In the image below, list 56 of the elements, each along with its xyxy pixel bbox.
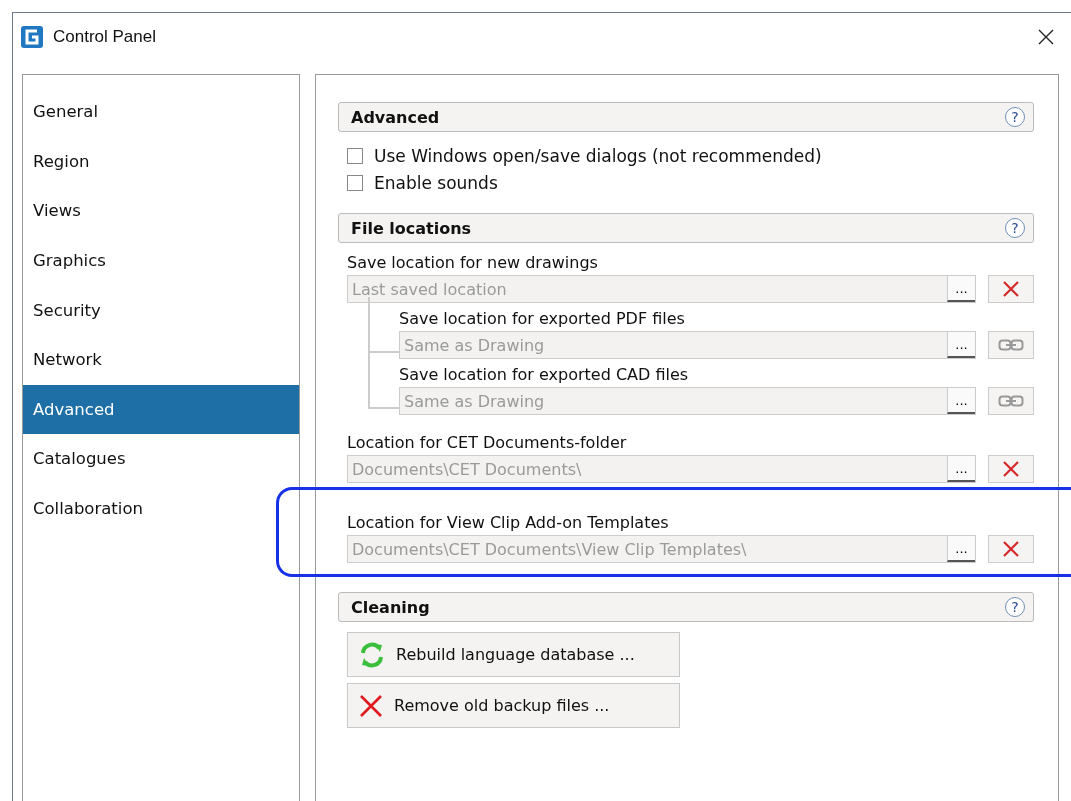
section-title: Cleaning bbox=[351, 597, 430, 617]
close-icon[interactable] bbox=[1038, 29, 1054, 45]
path-field[interactable]: Same as Drawing ... bbox=[399, 331, 976, 359]
checkbox-label: Enable sounds bbox=[374, 172, 498, 193]
close-icon bbox=[358, 692, 384, 719]
window-title: Control Panel bbox=[53, 27, 156, 47]
field-value: Documents\CET Documents\View Clip Templates\ bbox=[351, 539, 748, 559]
sidebar-item[interactable]: Security bbox=[23, 285, 299, 335]
refresh-icon bbox=[358, 640, 386, 669]
close-icon bbox=[1001, 539, 1021, 559]
path-field[interactable]: Last saved location ... bbox=[347, 275, 976, 303]
checkbox-label: Use Windows open/save dialogs (not recommended) bbox=[374, 145, 822, 166]
clear-button[interactable] bbox=[988, 275, 1034, 303]
link-icon bbox=[998, 394, 1024, 408]
field-label: Save location for exported PDF files bbox=[399, 309, 686, 330]
app-logo-icon bbox=[21, 26, 43, 48]
field-label: Location for View Clip Add-on Templates bbox=[347, 513, 670, 534]
action-button[interactable]: Rebuild language database ... bbox=[347, 632, 680, 677]
close-icon bbox=[1001, 279, 1021, 299]
section-title: Advanced bbox=[351, 107, 440, 127]
field-value: Same as Drawing bbox=[403, 391, 546, 411]
sidebar-item[interactable]: Catalogues bbox=[23, 434, 299, 484]
link-button[interactable] bbox=[988, 331, 1034, 359]
clear-button[interactable] bbox=[988, 455, 1034, 483]
browse-button[interactable]: ... bbox=[947, 388, 975, 414]
field-value: Documents\CET Documents\ bbox=[351, 459, 583, 479]
help-button[interactable]: ? bbox=[1005, 107, 1025, 127]
path-field[interactable]: Documents\CET Documents\View Clip Templates\ ... bbox=[347, 535, 976, 563]
sidebar-item[interactable]: Views bbox=[23, 186, 299, 236]
action-button[interactable]: Remove old backup files ... bbox=[347, 683, 680, 728]
sidebar-item[interactable]: Advanced bbox=[23, 384, 299, 435]
browse-button[interactable]: ... bbox=[947, 332, 975, 358]
browse-button[interactable]: ... bbox=[947, 276, 975, 302]
sidebar-item[interactable]: Collaboration bbox=[23, 483, 299, 534]
sidebar-item[interactable]: Graphics bbox=[23, 235, 299, 286]
checkbox[interactable] bbox=[347, 174, 363, 191]
field-value: Last saved location bbox=[351, 279, 508, 299]
field-label: Save location for new drawings bbox=[347, 253, 599, 274]
help-button[interactable]: ? bbox=[1005, 597, 1025, 617]
link-icon bbox=[998, 338, 1024, 352]
field-label: Save location for exported CAD files bbox=[399, 365, 690, 386]
sidebar-item[interactable]: Region bbox=[23, 136, 299, 187]
field-label: Location for CET Documents-folder bbox=[347, 433, 628, 454]
sidebar-item[interactable]: General bbox=[23, 87, 299, 137]
checkbox[interactable] bbox=[347, 147, 363, 164]
section-title: File locations bbox=[351, 218, 472, 238]
link-button[interactable] bbox=[988, 387, 1034, 415]
help-button[interactable]: ? bbox=[1005, 218, 1025, 238]
browse-button[interactable]: ... bbox=[947, 536, 975, 562]
path-field[interactable]: Documents\CET Documents\ ... bbox=[347, 455, 976, 483]
browse-button[interactable]: ... bbox=[947, 456, 975, 482]
field-value: Same as Drawing bbox=[403, 335, 546, 355]
path-field[interactable]: Same as Drawing ... bbox=[399, 387, 976, 415]
clear-button[interactable] bbox=[988, 535, 1034, 563]
close-icon bbox=[1001, 459, 1021, 479]
sidebar-item[interactable]: Network bbox=[23, 334, 299, 385]
